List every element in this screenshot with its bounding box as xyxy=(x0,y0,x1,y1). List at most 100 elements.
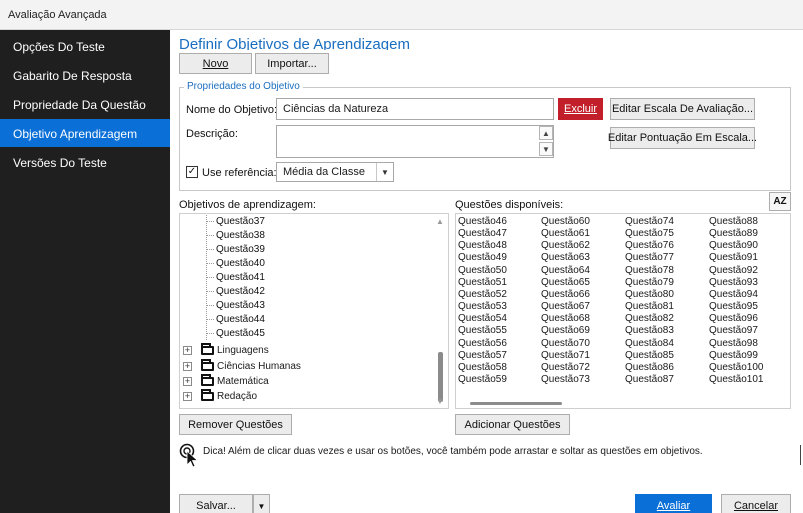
available-question-item[interactable]: Questão89 xyxy=(709,228,764,240)
sidebar-item-objetivo-aprendizagem[interactable]: Objetivo Aprendizagem xyxy=(0,119,170,147)
available-question-item[interactable]: Questão92 xyxy=(709,265,764,277)
available-question-item[interactable]: Questão84 xyxy=(625,338,674,350)
sidebar-item-propriedade-da-questao[interactable]: Propriedade Da Questão xyxy=(0,90,170,118)
available-question-item[interactable]: Questão53 xyxy=(458,301,507,313)
new-button[interactable]: Novo xyxy=(179,53,252,74)
available-question-item[interactable]: Questão65 xyxy=(541,277,590,289)
available-question-item[interactable]: Questão48 xyxy=(458,240,507,252)
sort-az-icon[interactable]: AZ xyxy=(769,192,791,211)
scroll-down-arrow-icon[interactable]: ▼ xyxy=(436,397,444,406)
tree-question-item[interactable]: Questão45 xyxy=(207,328,265,339)
available-horizontal-scrollbar-thumb[interactable] xyxy=(470,402,562,405)
objective-name-input[interactable]: Ciências da Natureza xyxy=(276,98,554,120)
available-question-item[interactable]: Questão54 xyxy=(458,313,507,325)
available-question-item[interactable]: Questão99 xyxy=(709,350,764,362)
description-scroll-down-icon[interactable]: ▼ xyxy=(539,142,553,156)
cancel-button[interactable]: Cancelar xyxy=(721,494,791,513)
available-question-item[interactable]: Questão88 xyxy=(709,216,764,228)
expand-matematica-icon[interactable]: + xyxy=(183,377,192,386)
available-question-item[interactable]: Questão55 xyxy=(458,325,507,337)
available-question-item[interactable]: Questão61 xyxy=(541,228,590,240)
tree-group-linguagens[interactable]: Linguagens xyxy=(217,345,269,356)
save-dropdown-chevron-icon[interactable]: ▼ xyxy=(253,494,270,513)
import-button[interactable]: Importar... xyxy=(255,53,329,74)
tree-question-item[interactable]: Questão40 xyxy=(207,258,265,269)
available-question-item[interactable]: Questão68 xyxy=(541,313,590,325)
expand-redacao-icon[interactable]: + xyxy=(183,392,192,401)
available-question-item[interactable]: Questão86 xyxy=(625,362,674,374)
chevron-down-icon[interactable]: ▼ xyxy=(376,163,393,181)
available-question-item[interactable]: Questão74 xyxy=(625,216,674,228)
sidebar-item-versoes-do-teste[interactable]: Versões Do Teste xyxy=(0,148,170,176)
available-question-item[interactable]: Questão93 xyxy=(709,277,764,289)
available-question-item[interactable]: Questão67 xyxy=(541,301,590,313)
available-question-item[interactable]: Questão87 xyxy=(625,374,674,386)
available-question-item[interactable]: Questão79 xyxy=(625,277,674,289)
available-question-item[interactable]: Questão50 xyxy=(458,265,507,277)
remove-questions-button[interactable]: Remover Questões xyxy=(179,414,292,435)
delete-button[interactable]: Excluir xyxy=(558,98,603,120)
available-question-item[interactable]: Questão71 xyxy=(541,350,590,362)
edit-score-button[interactable]: Editar Pontuação Em Escala... xyxy=(608,127,757,149)
available-question-item[interactable]: Questão52 xyxy=(458,289,507,301)
expand-linguagens-icon[interactable]: + xyxy=(183,346,192,355)
tree-question-item[interactable]: Questão39 xyxy=(207,244,265,255)
available-question-item[interactable]: Questão47 xyxy=(458,228,507,240)
available-question-item[interactable]: Questão97 xyxy=(709,325,764,337)
available-question-item[interactable]: Questão46 xyxy=(458,216,507,228)
tree-question-item[interactable]: Questão42 xyxy=(207,286,265,297)
available-question-item[interactable]: Questão95 xyxy=(709,301,764,313)
available-question-item[interactable]: Questão51 xyxy=(458,277,507,289)
available-question-item[interactable]: Questão62 xyxy=(541,240,590,252)
available-question-item[interactable]: Questão94 xyxy=(709,289,764,301)
available-question-item[interactable]: Questão49 xyxy=(458,252,507,264)
evaluate-button[interactable]: Avaliar xyxy=(635,494,712,513)
sidebar-item-gabarito-de-resposta[interactable]: Gabarito De Resposta xyxy=(0,61,170,89)
available-question-item[interactable]: Questão83 xyxy=(625,325,674,337)
edit-scale-button[interactable]: Editar Escala De Avaliação... xyxy=(610,98,755,120)
tree-question-item[interactable]: Questão44 xyxy=(207,314,265,325)
available-question-item[interactable]: Questão60 xyxy=(541,216,590,228)
available-question-item[interactable]: Questão91 xyxy=(709,252,764,264)
use-reference-checkbox[interactable]: ✓ xyxy=(186,166,198,178)
available-question-item[interactable]: Questão80 xyxy=(625,289,674,301)
available-question-item[interactable]: Questão81 xyxy=(625,301,674,313)
available-question-item[interactable]: Questão66 xyxy=(541,289,590,301)
available-question-item[interactable]: Questão96 xyxy=(709,313,764,325)
description-input[interactable] xyxy=(276,125,554,158)
available-question-item[interactable]: Questão56 xyxy=(458,338,507,350)
available-question-item[interactable]: Questão58 xyxy=(458,362,507,374)
scroll-up-arrow-icon[interactable]: ▲ xyxy=(436,217,444,226)
available-question-item[interactable]: Questão57 xyxy=(458,350,507,362)
available-question-item[interactable]: Questão101 xyxy=(709,374,764,386)
available-question-item[interactable]: Questão75 xyxy=(625,228,674,240)
available-question-item[interactable]: Questão77 xyxy=(625,252,674,264)
expand-ciencias-humanas-icon[interactable]: + xyxy=(183,362,192,371)
available-question-item[interactable]: Questão85 xyxy=(625,350,674,362)
description-scroll-up-icon[interactable]: ▲ xyxy=(539,126,553,140)
available-question-item[interactable]: Questão70 xyxy=(541,338,590,350)
available-question-item[interactable]: Questão63 xyxy=(541,252,590,264)
available-question-item[interactable]: Questão59 xyxy=(458,374,507,386)
tree-question-item[interactable]: Questão43 xyxy=(207,300,265,311)
objectives-scrollbar[interactable]: ▲ ▼ xyxy=(435,215,447,407)
available-question-item[interactable]: Questão100 xyxy=(709,362,764,374)
available-question-item[interactable]: Questão78 xyxy=(625,265,674,277)
scrollbar-thumb[interactable] xyxy=(438,352,443,402)
available-question-item[interactable]: Questão73 xyxy=(541,374,590,386)
tree-group-matematica[interactable]: Matemática xyxy=(217,376,269,387)
tree-question-item[interactable]: Questão41 xyxy=(207,272,265,283)
save-button[interactable]: Salvar... xyxy=(179,494,253,513)
tree-group-ciencias-humanas[interactable]: Ciências Humanas xyxy=(217,361,301,372)
available-question-item[interactable]: Questão64 xyxy=(541,265,590,277)
tree-question-item[interactable]: Questão37 xyxy=(207,216,265,227)
available-question-item[interactable]: Questão82 xyxy=(625,313,674,325)
available-question-item[interactable]: Questão69 xyxy=(541,325,590,337)
tree-question-item[interactable]: Questão38 xyxy=(207,230,265,241)
available-question-item[interactable]: Questão72 xyxy=(541,362,590,374)
available-question-item[interactable]: Questão98 xyxy=(709,338,764,350)
tree-group-redacao[interactable]: Redação xyxy=(217,391,257,402)
sidebar-item-opcoes-do-teste[interactable]: Opções Do Teste xyxy=(0,32,170,60)
add-questions-button[interactable]: Adicionar Questões xyxy=(455,414,570,435)
available-question-item[interactable]: Questão76 xyxy=(625,240,674,252)
